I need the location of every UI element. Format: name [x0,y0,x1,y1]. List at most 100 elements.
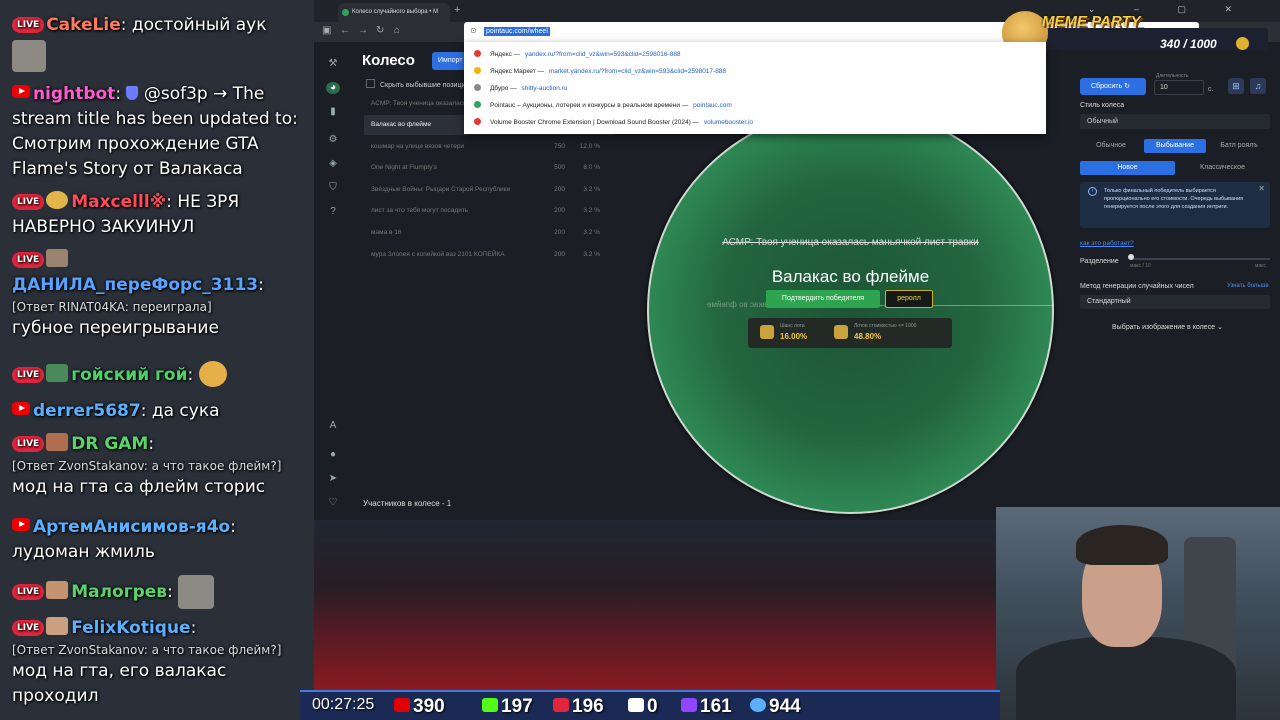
style-select[interactable]: Обычный [1080,114,1270,129]
duration-label: Длительность [1156,73,1189,79]
new-tab-icon[interactable]: + [454,4,460,16]
vk-live-icon: LIVE [12,436,45,452]
chat-text: мод на гта, его валакас проходил [12,661,227,706]
submode-classic-tab[interactable]: Классическое [1175,161,1270,175]
shield-icon[interactable]: ⛉ [326,182,340,194]
browser-tab[interactable]: Колесо случайного выбора • М [338,3,450,22]
chat-message: LIVE CakeLie: достойный аук [12,13,312,38]
list-item[interactable]: мура Злопея с копейкой ваз 2101 КОПЕЙКА 2… [364,245,614,265]
list-item[interactable]: мама в 16 200 3.2 % [364,223,614,243]
vk-live-icon: LIVE [12,620,45,636]
fullscreen-icon[interactable]: ⊞ [1228,78,1244,94]
wheel-icon[interactable]: ◕ [326,82,340,94]
layers-icon[interactable]: ◈ [326,158,340,170]
coin-icon [1236,37,1249,50]
suggestion-item[interactable]: Pointauc – Аукционы, лотереи и конкурсы … [474,97,732,114]
chat-username: гойский гой [71,365,188,385]
avatar [46,249,69,267]
language-icon[interactable]: A [326,420,340,432]
vk-live-icon: LIVE [12,367,45,383]
streamer-body [1016,637,1236,720]
github-icon[interactable]: ● [326,449,340,461]
suggestion-item[interactable]: Volume Booster Chrome Extension | Downlo… [474,114,753,131]
rng-select[interactable]: Стандартный [1080,295,1270,309]
telegram-icon[interactable]: ➤ [326,473,340,485]
sidebar-toggle-icon[interactable]: ▣ [322,25,331,36]
chat-username: ДАНИЛА_переФорс_3113 [12,275,259,295]
hide-winners-checkbox[interactable]: Скрыть выбывшие позиции [366,79,469,89]
rumble-icon [628,698,644,712]
duration-input[interactable]: 10 [1154,80,1204,95]
learn-more-link[interactable]: Узнать больше [1227,283,1269,289]
goal-title: MEME PARTY [1042,13,1141,30]
wheel[interactable] [647,107,1054,514]
refresh-icon: ↻ [1124,83,1130,90]
chat-message: nightbot: @sof3p → The stream title has … [12,84,298,179]
back-icon[interactable]: ← [340,25,350,36]
suggestion-item[interactable]: Яндекс — yandex.ru/?from=clid_vz&win=593… [474,46,681,63]
winner-title: Валакас во флейме [771,267,930,286]
site-favicon-icon [474,118,481,125]
target-icon [760,325,774,339]
stats-icon[interactable]: ▮ [326,106,340,118]
goal-progress: 340 / 1000 [1160,37,1217,51]
vk-live-icon [553,698,569,712]
reroll-button[interactable]: реролл [885,290,933,308]
submode-new-tab[interactable]: Новое [1080,161,1175,175]
vk-live-icon: LIVE [12,584,45,600]
list-item[interactable]: кошмар на улице вязов четери 750 12.0 % [364,137,614,157]
kick-icon [482,698,498,712]
vk-live-icon: LIVE [12,252,45,268]
chat-message: LIVE гойский гой: [12,361,312,388]
help-icon[interactable]: ? [326,206,340,218]
reset-button[interactable]: Сбросить ↻ [1080,78,1146,95]
mode-battle-tab[interactable]: Батл роялъ [1208,139,1270,153]
site-info-icon[interactable]: ⊙ [470,26,477,35]
donate-icon[interactable]: ♡ [326,497,340,509]
chat-text: да сука [151,401,220,421]
total-viewers-stat: 944 [750,696,801,718]
mode-normal-tab[interactable]: Обычное [1080,139,1142,153]
stream-background [314,520,996,690]
kick-stat: 197 [482,696,533,718]
reload-icon[interactable]: ↻ [376,25,384,36]
list-item[interactable]: One Night at Flumpty's 500 8.0 % [364,158,614,178]
list-item[interactable]: Звёздные Войны: Рыцари Старой Республики… [364,180,614,200]
url-text[interactable]: pointauc.com/wheel [484,27,550,36]
slider-handle[interactable] [1128,254,1134,260]
skull-icon [834,325,848,339]
avatar [46,617,69,635]
app-sidebar: ⚒ ◕ ▮ ⚙ ◈ ⛉ ? A ● ➤ ♡ [320,48,348,518]
music-icon[interactable]: ♫ [1250,78,1266,94]
viewer-stats-bar: 390 197 196 0 161 944 [300,690,1000,720]
chat-username: АртемАнисимов-я4о [33,517,231,537]
mode-elimination-tab[interactable]: Выбывание [1144,139,1206,153]
forward-icon[interactable]: → [358,25,368,36]
split-label: Разделение [1080,258,1119,265]
choose-image-dropdown[interactable]: Выбрать изображение в колесе ⌄ [1112,323,1223,331]
winner-stats: Шанс лота 16.00% Лотов стоимостью <= 1000… [748,318,952,348]
chat-message: derrer5687: да сука [12,399,312,424]
goal-bar [1044,28,1268,50]
site-favicon-icon [474,84,481,91]
site-favicon-icon [474,67,481,74]
close-icon[interactable]: ✕ [1258,185,1265,193]
chat-username: CakeLie [46,15,121,35]
emote-icon [178,575,215,609]
chat-message: LIVE FelixKotique: [Ответ ZvonStakanov: а … [12,616,312,709]
chat-reply: [Ответ RINAT04KA: переиграла] [12,300,212,314]
chat-text: губное переигрывание [12,318,219,338]
youtube-icon [394,698,410,712]
settings-icon[interactable]: ⚙ [326,134,340,146]
confirm-winner-button[interactable]: Подтвердить победителя [766,290,880,308]
suggestion-item[interactable]: Дбурo — shitty-auction.ru [474,80,567,97]
suggestion-item[interactable]: Яндекс Маркет — market.yandex.ru/?from=c… [474,63,726,80]
list-item[interactable]: лист за что тебя могут посадить 200 3.2 % [364,201,614,221]
how-it-works-link[interactable]: как это работает? [1080,240,1134,247]
home-icon[interactable]: ⌂ [394,25,400,36]
slider-max-label: макс [1255,263,1266,269]
chat-username: nightbot [33,84,116,104]
split-slider[interactable] [1130,258,1270,260]
auction-icon[interactable]: ⚒ [326,58,340,70]
style-label: Стиль колеса [1080,102,1125,109]
